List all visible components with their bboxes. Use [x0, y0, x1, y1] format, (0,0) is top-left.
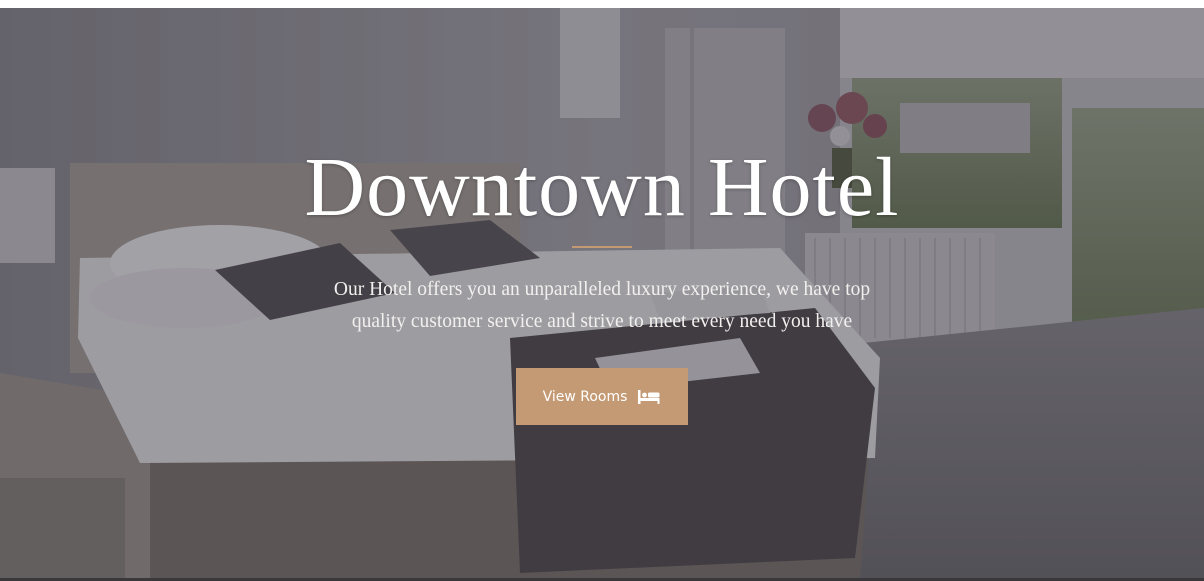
top-strip — [0, 0, 1204, 8]
view-rooms-button-label: View Rooms — [542, 388, 628, 405]
title-divider — [572, 246, 632, 248]
hero-content: Downtown Hotel Our Hotel offers you an u… — [0, 138, 1204, 425]
hero-description: Our Hotel offers you an unparalleled lux… — [333, 279, 871, 332]
bed-icon — [637, 389, 661, 405]
hero-section: Downtown Hotel Our Hotel offers you an u… — [0, 8, 1204, 581]
view-rooms-button[interactable]: View Rooms — [516, 368, 688, 425]
hero-title: Downtown Hotel — [304, 141, 900, 234]
